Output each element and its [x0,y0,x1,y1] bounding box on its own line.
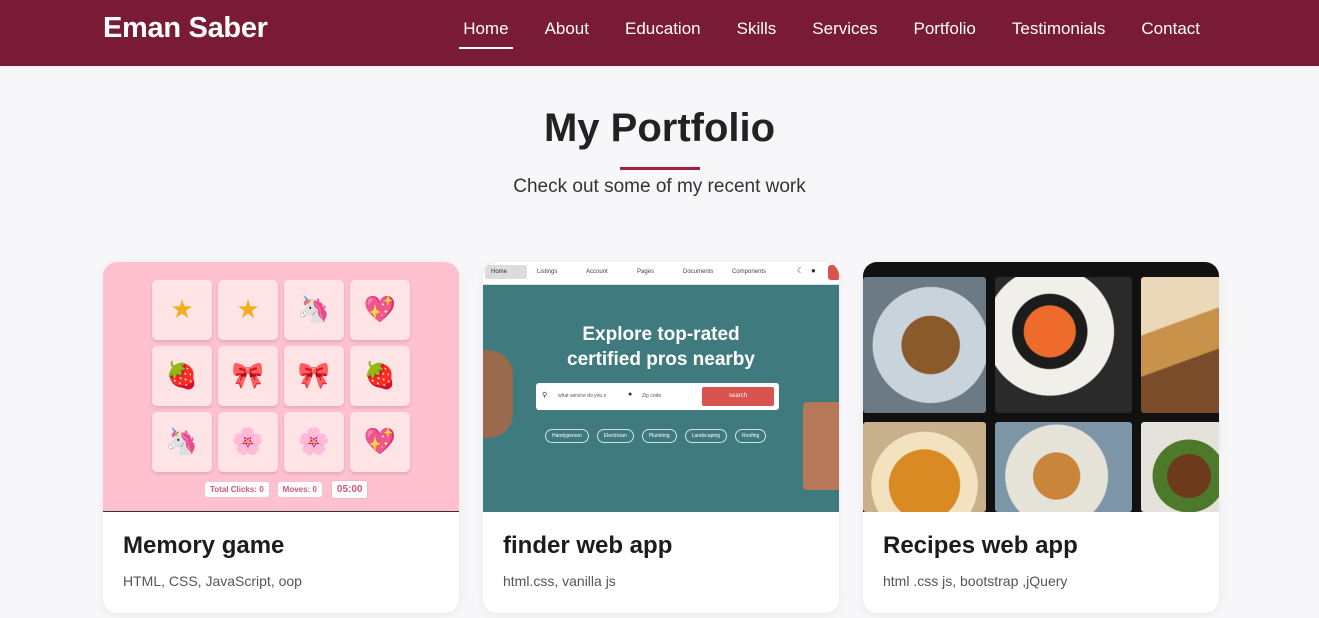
preview-tags: Handyperson Electrician Plumbing Landsca… [545,429,767,443]
food-photo [995,422,1132,512]
nav-portfolio[interactable]: Portfolio [895,0,993,66]
user-icon: ● [811,266,816,275]
nav-contact[interactable]: Contact [1123,0,1218,66]
total-clicks: Total Clicks: 0 [205,482,269,497]
main-nav: Home About Education Skills Services Por… [445,0,1218,66]
title-underline [620,167,700,170]
project-tech: html .css js, bootstrap ,jQuery [883,573,1068,589]
preview-search-bar: ⚲ what service do you n ● Zip code searc… [536,383,779,410]
heart-icon: 💖 [350,412,410,472]
tag-chip: Landscaping [684,429,728,443]
bow-icon: 🎀 [218,346,278,406]
bow-icon: 🎀 [284,346,344,406]
tag-chip: Handyperson [545,429,589,443]
preview-navbar: Home Listings Account Pages Documents Co… [483,262,839,285]
food-photo [863,422,986,512]
project-title[interactable]: Recipes web app [883,532,1078,560]
nav-services[interactable]: Services [794,0,895,66]
project-thumbnail[interactable]: ★ ★ 🦄 💖 🍓 🎀 🎀 🍓 🦄 🌸 🌸 💖 Total Clicks: 0 … [103,262,459,512]
project-title[interactable]: finder web app [503,532,672,560]
food-photo [1141,422,1219,512]
nav-education[interactable]: Education [607,0,719,66]
food-photo [863,277,986,413]
preview-nav-home: Home [485,265,527,279]
section-title: My Portfolio [543,106,776,150]
unicorn-icon: 🦄 [284,280,344,340]
preview-hero: Explore top-rated certified pros nearby [483,322,839,372]
zip-placeholder: Zip code [642,393,662,399]
preview-nav-item: Documents [683,269,714,275]
food-photo [995,277,1132,413]
moves-count: Moves: 0 [277,482,322,497]
strawberry-icon: 🍓 [152,346,212,406]
memory-tile-grid: ★ ★ 🦄 💖 🍓 🎀 🎀 🍓 🦄 🌸 🌸 💖 [152,280,410,472]
search-icon: ⚲ [542,392,548,399]
project-thumbnail[interactable]: Home Listings Account Pages Documents Co… [483,262,839,512]
cta-badge [828,265,839,280]
hero-line-2: certified pros nearby [567,349,755,370]
project-card-memory-game[interactable]: ★ ★ 🦄 💖 🍓 🎀 🎀 🍓 🦄 🌸 🌸 💖 Total Clicks: 0 … [103,262,459,613]
project-title[interactable]: Memory game [123,532,284,560]
nav-about[interactable]: About [527,0,607,66]
preview-nav-item: Account [586,269,608,275]
food-photo [1141,277,1219,413]
hero-line-1: Explore top-rated [582,324,740,345]
tag-chip: Roofing [735,429,767,443]
nav-testimonials[interactable]: Testimonials [994,0,1124,66]
nav-home[interactable]: Home [445,0,526,66]
project-tech: html.css, vanilla js [503,573,616,589]
section-subtitle: Check out some of my recent work [513,176,806,197]
strawberry-icon: 🍓 [350,346,410,406]
unicorn-icon: 🦄 [152,412,212,472]
memory-stats: Total Clicks: 0 Moves: 0 05:00 [205,480,369,499]
search-placeholder: what service do you n [558,393,607,399]
nav-skills[interactable]: Skills [719,0,795,66]
blossom-icon: 🌸 [284,412,344,472]
heart-icon: 💖 [350,280,410,340]
timer: 05:00 [330,480,369,499]
preview-nav-item: Pages [637,269,655,275]
location-pin-icon: ● [628,391,633,398]
site-header: Eman Saber Home About Education Skills S… [0,0,1319,66]
preview-nav-item: Components [732,269,767,275]
project-card-recipes[interactable]: Recipes web app html .css js, bootstrap … [863,262,1219,613]
project-card-finder[interactable]: Home Listings Account Pages Documents Co… [483,262,839,613]
project-tech: HTML, CSS, JavaScript, oop [123,573,302,589]
tag-chip: Plumbing [641,429,677,443]
tag-chip: Electrician [596,429,634,443]
blossom-icon: 🌸 [218,412,278,472]
star-icon: ★ [152,280,212,340]
preview-nav-item: Listings [537,269,558,275]
moon-icon: ☾ [797,266,805,275]
star-icon: ★ [218,280,278,340]
brand-logo[interactable]: Eman Saber [103,12,268,45]
decorative-photo-right [803,402,839,490]
project-thumbnail[interactable] [863,262,1219,512]
preview-search-button: search [702,387,774,406]
